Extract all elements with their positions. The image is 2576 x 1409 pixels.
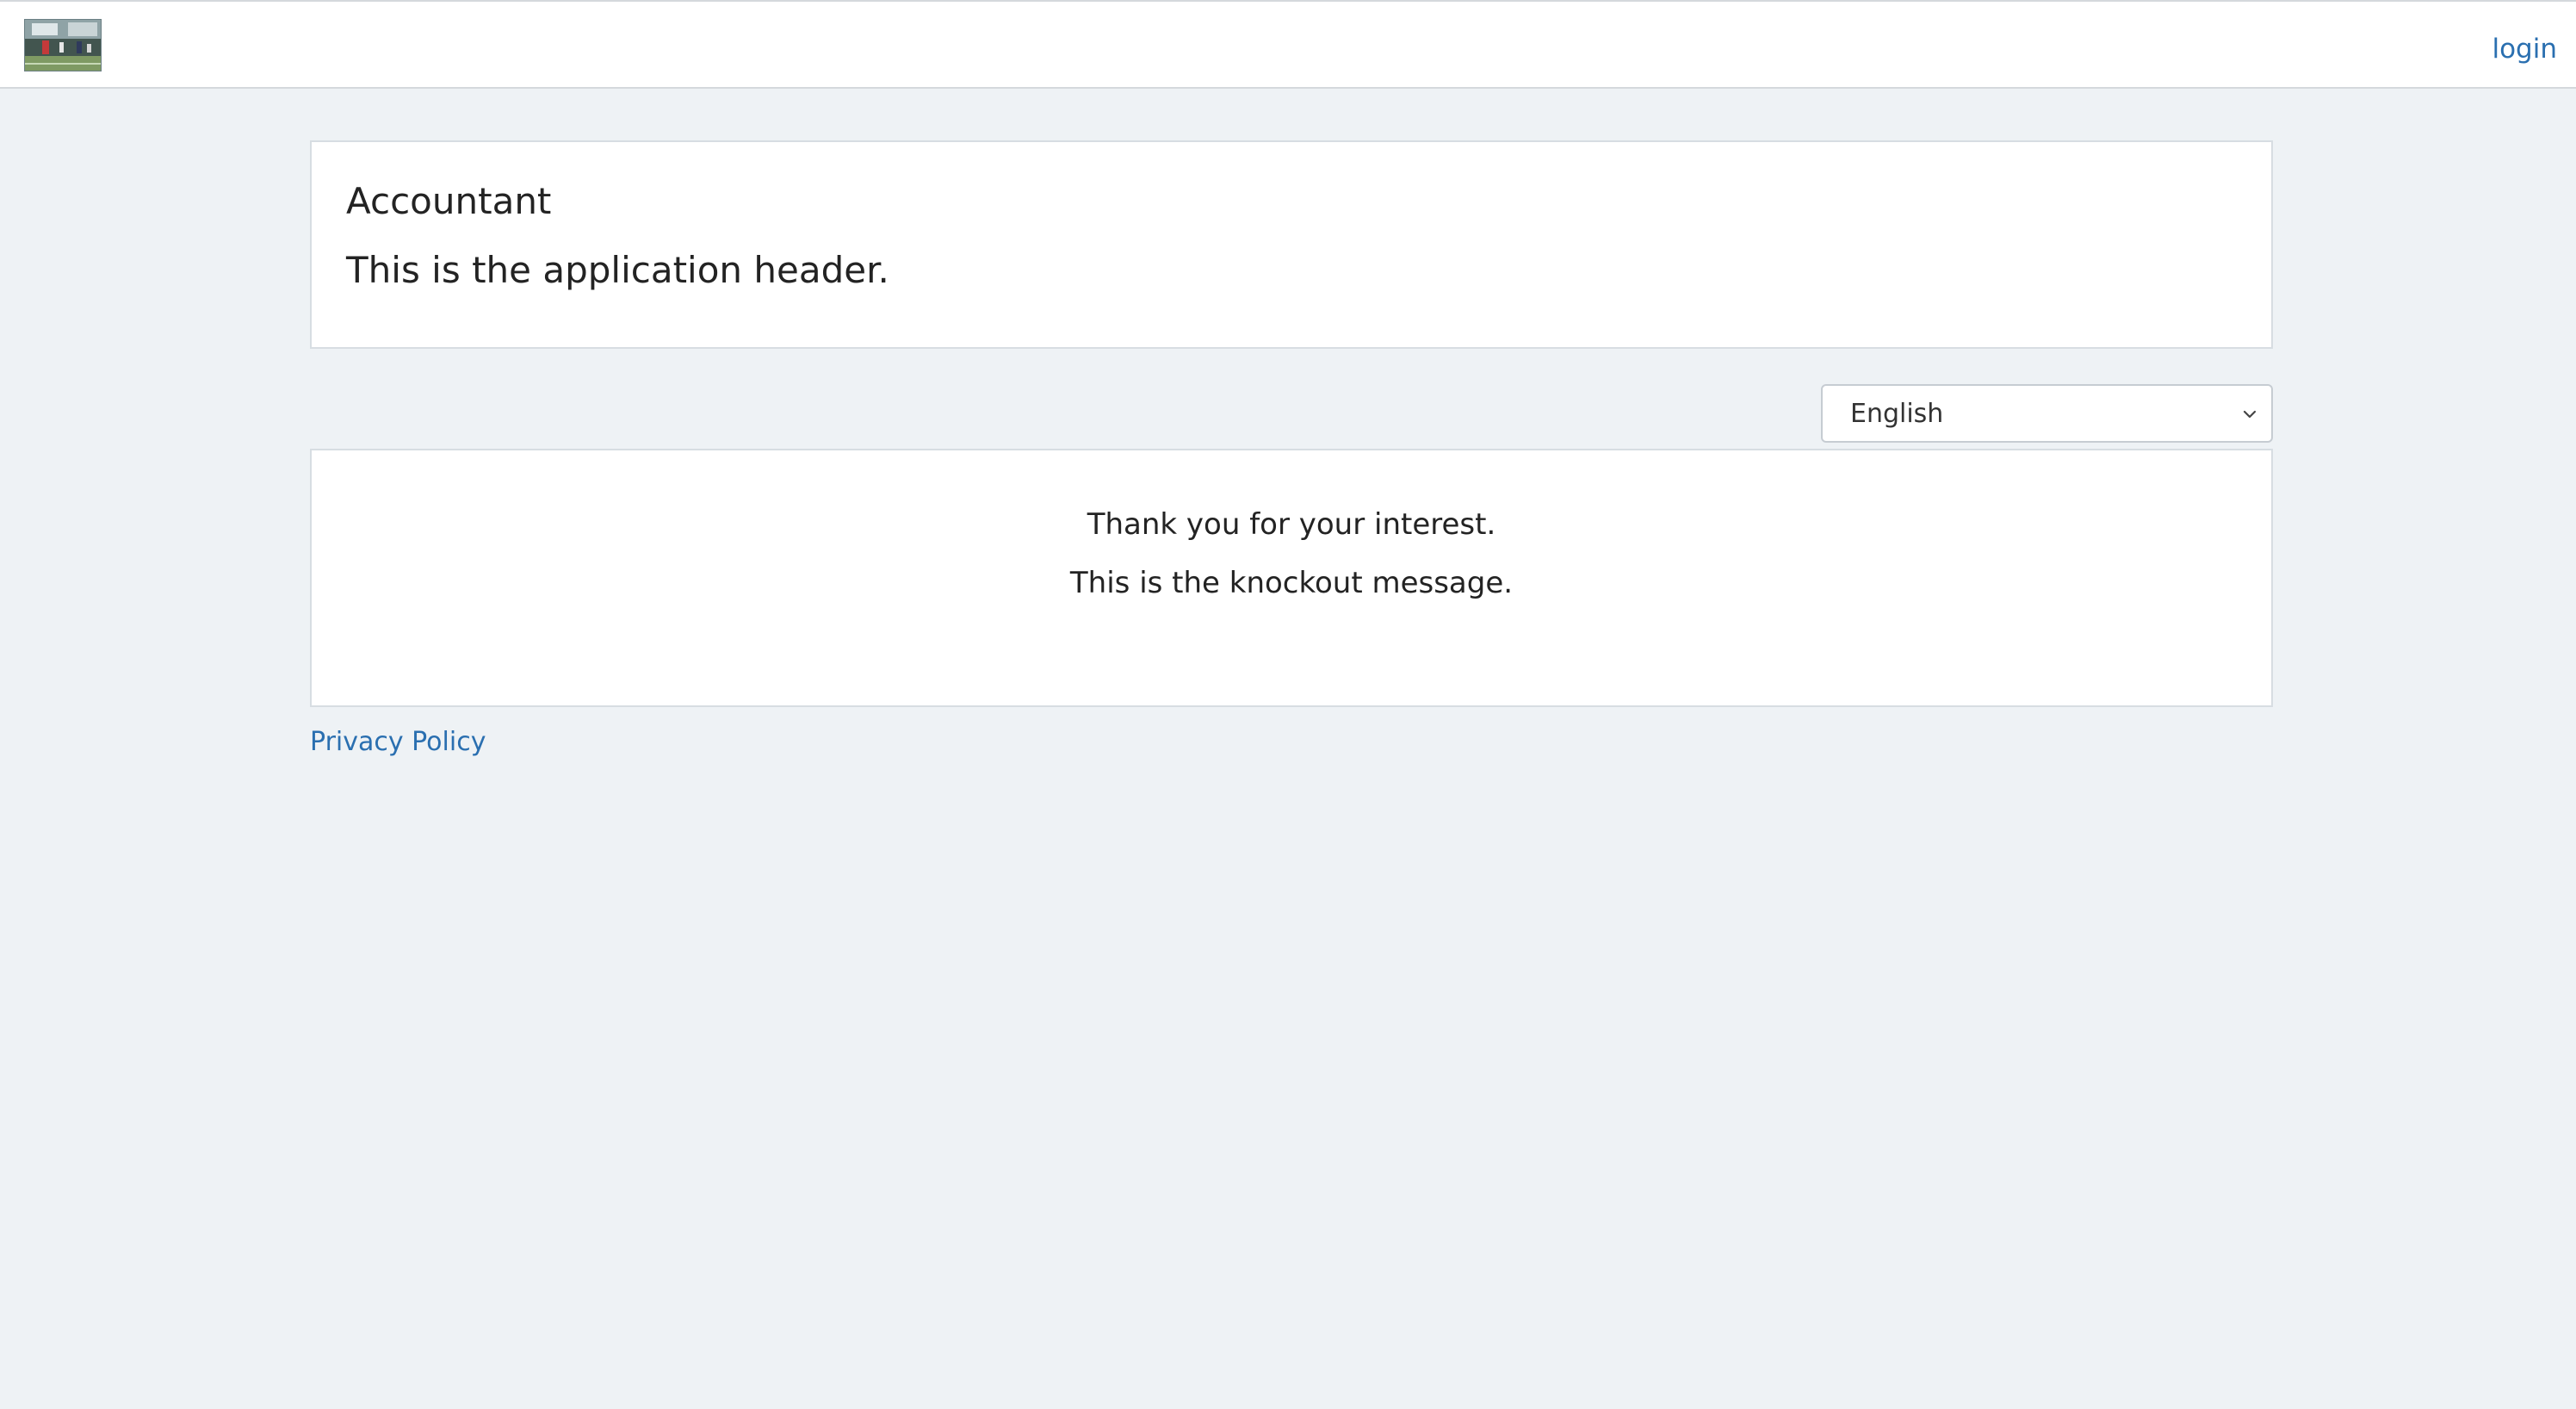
knockout-message-text: This is the knockout message. [1069, 566, 1514, 600]
knockout-message-card: Thank you for your interest. This is the… [310, 449, 2273, 707]
privacy-policy-link[interactable]: Privacy Policy [310, 726, 486, 759]
login-link[interactable]: login [2492, 33, 2557, 65]
page-title: Accountant [346, 180, 552, 222]
application-header-text: This is the application header. [346, 249, 889, 291]
soccer-field-photo-logo [25, 20, 101, 71]
thank-you-text: Thank you for your interest. [1087, 507, 1496, 542]
logo-image[interactable] [24, 19, 102, 71]
top-navbar: login [0, 0, 2576, 89]
language-select-value: English [1850, 399, 1944, 429]
chevron-down-icon [2243, 410, 2257, 419]
language-select[interactable]: English [1821, 384, 2273, 443]
application-header-card: Accountant This is the application heade… [310, 140, 2273, 349]
